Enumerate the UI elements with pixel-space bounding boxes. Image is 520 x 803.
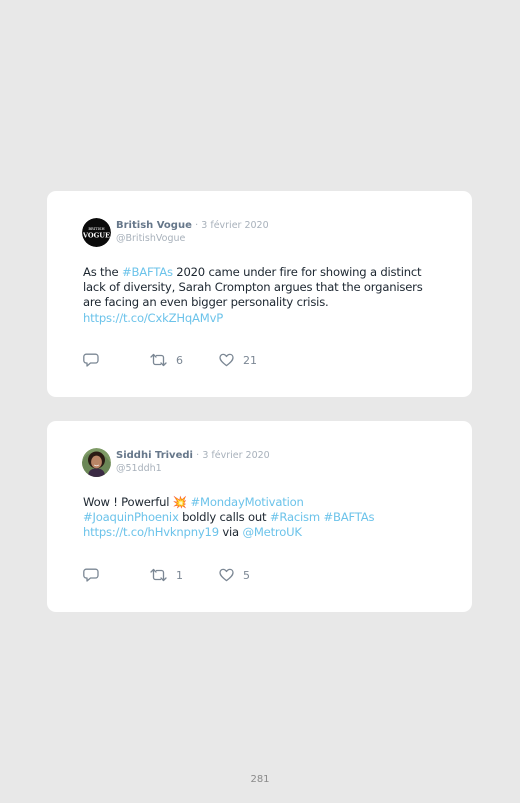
text-segment: boldly calls out xyxy=(178,510,270,525)
collision-emoji: 💥 xyxy=(172,495,188,509)
hashtag-link[interactable]: #MondayMotivation xyxy=(191,495,304,509)
url-link[interactable]: https://t.co/hHvknpny19 xyxy=(83,525,219,539)
separator: · xyxy=(195,220,199,231)
avatar[interactable]: BRITISH VOGUE xyxy=(82,218,111,247)
hashtag-link[interactable]: #BAFTAs xyxy=(323,510,374,524)
like-icon xyxy=(219,353,234,367)
mention-link[interactable]: @MetroUK xyxy=(242,525,302,539)
like-icon xyxy=(219,568,234,582)
svg-text:BRITISH: BRITISH xyxy=(88,227,104,231)
hashtag-link[interactable]: #JoaquinPhoenix xyxy=(83,510,179,524)
tweet-text: Wow ! Powerful 💥 #MondayMotivation #Joaqu… xyxy=(83,495,428,541)
author-handle[interactable]: @BritishVogue xyxy=(116,232,269,245)
like-count: 21 xyxy=(243,353,257,367)
page-number: 281 xyxy=(250,774,270,785)
british-vogue-logo: BRITISH VOGUE xyxy=(82,218,111,247)
tweet-header: Siddhi Trivedi · 3 février 2020 @51ddh1 xyxy=(116,449,270,475)
author-name[interactable]: British Vogue xyxy=(116,220,192,231)
text-segment: via xyxy=(218,525,243,540)
tweet-date[interactable]: 3 février 2020 xyxy=(201,220,268,231)
retweet-count: 1 xyxy=(176,568,183,582)
separator: · xyxy=(196,450,200,461)
retweet-button[interactable]: 6 xyxy=(150,352,183,368)
tweet-date[interactable]: 3 février 2020 xyxy=(202,450,269,461)
like-button[interactable]: 5 xyxy=(219,567,250,583)
retweet-button[interactable]: 1 xyxy=(150,567,183,583)
hashtag-link[interactable]: #BAFTAs xyxy=(122,265,173,279)
retweet-icon xyxy=(150,568,167,582)
reply-button[interactable] xyxy=(83,567,99,583)
profile-photo xyxy=(82,448,111,477)
retweet-count: 6 xyxy=(176,353,183,367)
like-count: 5 xyxy=(243,568,250,582)
reply-button[interactable] xyxy=(83,352,99,368)
author-handle[interactable]: @51ddh1 xyxy=(116,462,270,475)
text-segment: As the xyxy=(83,265,122,279)
tweet-header: British Vogue · 3 février 2020 @BritishV… xyxy=(116,219,269,245)
author-name[interactable]: Siddhi Trivedi xyxy=(116,450,193,461)
avatar[interactable] xyxy=(82,448,111,477)
tweet-text: As the #BAFTAs 2020 came under fire for … xyxy=(83,265,428,326)
tweet-card: Siddhi Trivedi · 3 février 2020 @51ddh1 … xyxy=(47,421,472,612)
svg-text:VOGUE: VOGUE xyxy=(82,232,110,240)
reply-icon xyxy=(83,568,99,582)
text-segment: Wow ! Powerful xyxy=(83,495,173,509)
like-button[interactable]: 21 xyxy=(219,352,257,368)
hashtag-link[interactable]: #Racism xyxy=(270,510,320,524)
retweet-icon xyxy=(150,353,167,367)
reply-icon xyxy=(83,353,99,367)
url-link[interactable]: https://t.co/CxkZHqAMvP xyxy=(83,311,223,325)
tweet-card: BRITISH VOGUE British Vogue · 3 février … xyxy=(47,191,472,397)
